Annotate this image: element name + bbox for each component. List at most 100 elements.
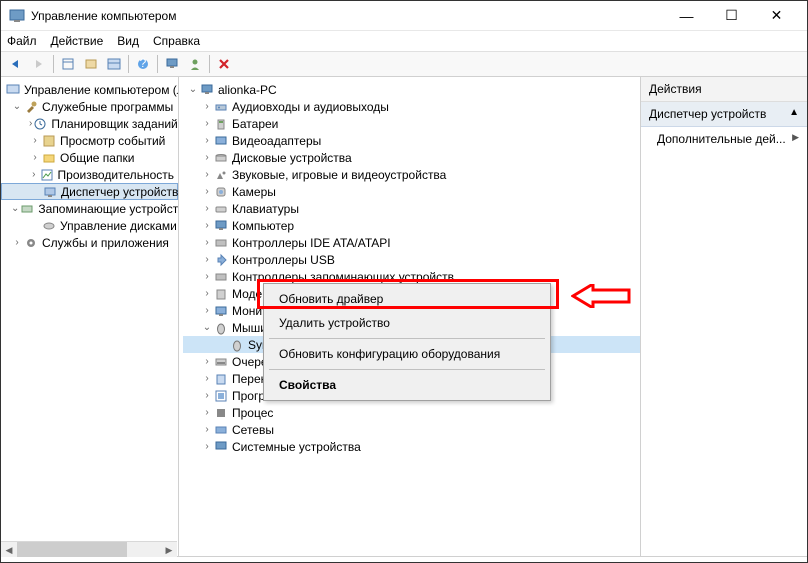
device-category[interactable]: ›Камеры	[183, 183, 640, 200]
tb-icon-2[interactable]	[80, 53, 102, 75]
maximize-button[interactable]: ☐	[709, 1, 754, 31]
actions-more[interactable]: Дополнительные дей... ▶	[641, 127, 807, 151]
expander-expand-icon[interactable]: ›	[201, 152, 213, 163]
device-root[interactable]: ⌄ alionka-PC	[183, 81, 640, 98]
ctx-separator	[269, 369, 545, 370]
expander-collapse-icon[interactable]: ⌄	[11, 101, 23, 112]
device-category-icon	[213, 167, 229, 183]
menu-help[interactable]: Справка	[153, 34, 200, 48]
svg-text:?: ?	[140, 57, 147, 70]
tb-icon-1[interactable]	[57, 53, 79, 75]
left-item-events[interactable]: › Просмотр событий	[1, 132, 178, 149]
device-category[interactable]: ›Дисковые устройства	[183, 149, 640, 166]
left-scrollbar[interactable]: ◀ ▶	[1, 541, 177, 556]
ctx-update-driver[interactable]: Обновить драйвер	[267, 287, 547, 311]
expander-expand-icon[interactable]: ›	[201, 135, 213, 146]
scroll-right-icon[interactable]: ▶	[161, 542, 177, 556]
expander-collapse-icon[interactable]: ⌄	[187, 84, 199, 95]
device-category-icon	[213, 422, 229, 438]
left-item-devmgr[interactable]: Диспетчер устройств	[1, 183, 178, 200]
ctx-refresh-config[interactable]: Обновить конфигурацию оборудования	[267, 342, 547, 366]
expander-expand-icon[interactable]: ›	[201, 169, 213, 180]
expander-expand-icon[interactable]: ›	[201, 118, 213, 129]
menubar: Файл Действие Вид Справка	[1, 31, 807, 51]
expander-expand-icon[interactable]: ›	[201, 356, 213, 367]
nav-forward-button[interactable]	[28, 53, 50, 75]
ctx-properties[interactable]: Свойства	[267, 373, 547, 397]
left-root[interactable]: Управление компьютером (л	[1, 81, 178, 98]
actions-header: Действия	[641, 77, 807, 102]
device-mgr-icon	[42, 184, 58, 200]
device-category[interactable]: ›Контроллеры USB	[183, 251, 640, 268]
tb-user-icon[interactable]	[184, 53, 206, 75]
left-item-shared[interactable]: › Общие папки	[1, 149, 178, 166]
menu-action[interactable]: Действие	[51, 34, 104, 48]
device-category[interactable]: ›Аудиовходы и аудиовыходы	[183, 98, 640, 115]
pc-icon	[199, 82, 215, 98]
tb-delete-icon[interactable]	[213, 53, 235, 75]
expander-collapse-icon[interactable]: ⌄	[11, 203, 19, 214]
ctx-separator	[269, 338, 545, 339]
clock-icon	[32, 116, 48, 132]
tb-computer-icon[interactable]	[161, 53, 183, 75]
expander-expand-icon[interactable]: ›	[29, 169, 39, 180]
tools-icon	[23, 99, 39, 115]
expander-collapse-icon[interactable]: ⌄	[201, 322, 213, 333]
collapse-arrow-icon[interactable]: ▲	[789, 107, 799, 121]
expander-expand-icon[interactable]: ›	[201, 237, 213, 248]
ctx-delete-device[interactable]: Удалить устройство	[267, 311, 547, 335]
expander-expand-icon[interactable]: ›	[201, 220, 213, 231]
expander-expand-icon[interactable]: ›	[11, 237, 23, 248]
device-category-icon	[213, 150, 229, 166]
left-item-perf[interactable]: › Производительность	[1, 166, 178, 183]
device-category-icon	[213, 439, 229, 455]
expander-expand-icon[interactable]: ›	[201, 186, 213, 197]
tb-help-icon[interactable]: ?	[132, 53, 154, 75]
tb-icon-3[interactable]	[103, 53, 125, 75]
device-category-icon	[213, 371, 229, 387]
device-category[interactable]: ›Системные устройства	[183, 438, 640, 455]
device-category[interactable]: ›Звуковые, игровые и видеоустройства	[183, 166, 640, 183]
storage-icon	[19, 201, 35, 217]
device-tree: ⌄ alionka-PC ›Аудиовходы и аудиовыходы›Б…	[179, 77, 640, 459]
left-group-storage[interactable]: ⌄ Запоминающие устройств	[1, 200, 178, 217]
annotation-arrow	[571, 284, 631, 308]
mouse-icon	[229, 337, 245, 353]
device-category-icon	[213, 201, 229, 217]
left-group-services[interactable]: › Службы и приложения	[1, 234, 178, 251]
scroll-left-icon[interactable]: ◀	[1, 542, 17, 556]
expander-expand-icon[interactable]: ›	[201, 101, 213, 112]
left-group-tools[interactable]: ⌄ Служебные программы	[1, 98, 178, 115]
device-category-icon	[213, 218, 229, 234]
expander-expand-icon[interactable]: ›	[201, 407, 213, 418]
left-item-diskmgmt[interactable]: Управление дисками	[1, 217, 178, 234]
device-category-icon	[213, 388, 229, 404]
close-button[interactable]: ✕	[754, 1, 799, 31]
device-category[interactable]: ›Процес	[183, 404, 640, 421]
nav-back-button[interactable]	[5, 53, 27, 75]
left-item-scheduler[interactable]: › Планировщик заданий	[1, 115, 178, 132]
expander-expand-icon[interactable]: ›	[201, 424, 213, 435]
device-category[interactable]: ›Батареи	[183, 115, 640, 132]
expander-expand-icon[interactable]: ›	[201, 203, 213, 214]
actions-sub-header[interactable]: Диспетчер устройств ▲	[641, 102, 807, 127]
expander-expand-icon[interactable]: ›	[201, 390, 213, 401]
menu-view[interactable]: Вид	[117, 34, 139, 48]
device-category-icon	[213, 303, 229, 319]
device-category[interactable]: ›Контроллеры IDE ATA/ATAPI	[183, 234, 640, 251]
expander-expand-icon[interactable]: ›	[201, 441, 213, 452]
expander-expand-icon[interactable]: ›	[201, 305, 213, 316]
expander-expand-icon[interactable]: ›	[201, 254, 213, 265]
expander-expand-icon[interactable]: ›	[201, 373, 213, 384]
expander-expand-icon[interactable]: ›	[201, 288, 213, 299]
device-category[interactable]: ›Сетевы	[183, 421, 640, 438]
minimize-button[interactable]: —	[664, 1, 709, 31]
device-category[interactable]: ›Клавиатуры	[183, 200, 640, 217]
device-category-icon	[213, 269, 229, 285]
expander-expand-icon[interactable]: ›	[29, 152, 41, 163]
menu-file[interactable]: Файл	[7, 34, 37, 48]
expander-expand-icon[interactable]: ›	[29, 135, 41, 146]
expander-expand-icon[interactable]: ›	[201, 271, 213, 282]
device-category[interactable]: ›Компьютер	[183, 217, 640, 234]
device-category[interactable]: ›Видеоадаптеры	[183, 132, 640, 149]
